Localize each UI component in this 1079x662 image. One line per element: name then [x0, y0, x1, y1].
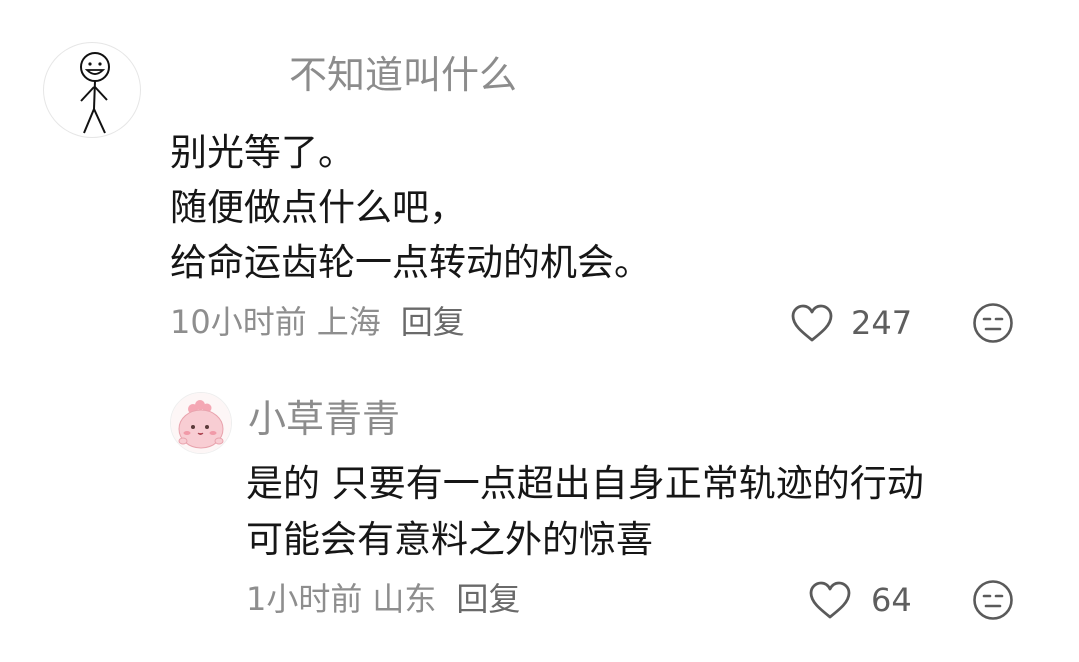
comment-username[interactable]: 不知道叫什么: [289, 49, 517, 101]
reply-user-avatar[interactable]: [170, 392, 232, 454]
reply-like-button[interactable]: 64: [808, 576, 912, 624]
reply-button[interactable]: 回复: [456, 577, 520, 621]
reply-location: 山东: [372, 580, 437, 618]
comment-thread: { "comments": [ { "avatar_icon": "stick-…: [0, 0, 1079, 662]
user-avatar[interactable]: [43, 42, 141, 138]
reply-body: 是的 只要有一点超出自身正常轨迹的行动 可能会有意料之外的惊喜: [246, 456, 924, 568]
reply-button[interactable]: 回复: [401, 300, 465, 344]
reply-line: 是的 只要有一点超出自身正常轨迹的行动: [246, 462, 924, 505]
meh-face-icon[interactable]: [972, 302, 1014, 344]
comment-line: 随便做点什么吧，: [170, 186, 466, 229]
comment-time: 10小时前: [170, 303, 307, 341]
reply-meta: 1小时前 山东 回复: [246, 577, 520, 621]
like-count: 247: [851, 304, 913, 342]
reply-username[interactable]: 小草青青: [248, 393, 400, 445]
pink-cartoon-avatar-icon: [171, 393, 231, 453]
comment-line: 别光等了。: [170, 131, 355, 174]
reply-line: 可能会有意料之外的惊喜: [246, 518, 653, 561]
heart-outline-icon: [791, 304, 833, 342]
comment-line: 给命运齿轮一点转动的机会。: [170, 241, 651, 284]
meh-face-icon[interactable]: [972, 579, 1014, 621]
comment-meta: 10小时前 上海 回复: [170, 300, 465, 344]
reply-time: 1小时前: [246, 580, 363, 618]
comment-body: 别光等了。 随便做点什么吧， 给命运齿轮一点转动的机会。: [170, 125, 651, 290]
comment-location: 上海: [316, 303, 381, 341]
stick-figure-avatar-icon: [80, 52, 110, 134]
like-count: 64: [871, 581, 912, 619]
heart-outline-icon: [809, 581, 851, 619]
like-button[interactable]: 247: [790, 299, 912, 347]
